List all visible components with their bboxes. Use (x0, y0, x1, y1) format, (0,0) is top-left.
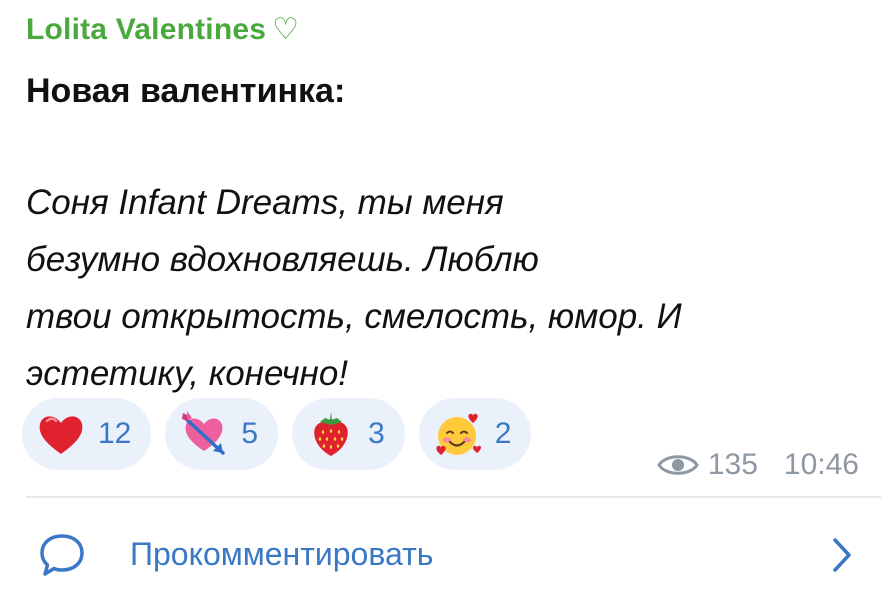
strawberry-icon (314, 412, 348, 456)
post-meta: 135 10:46 (656, 448, 859, 482)
channel-heart: ♡ (272, 13, 300, 46)
reaction-count: 3 (368, 417, 385, 450)
post-body: Соня Infant Dreams, ты меня безумно вдох… (26, 183, 682, 393)
reactions-bar: 12 5 3 2 (22, 398, 532, 470)
divider (26, 496, 881, 498)
reaction-red-heart[interactable]: 12 (22, 398, 152, 470)
channel-name-text: Lolita Valentines (26, 13, 267, 46)
post-time: 10:46 (783, 448, 859, 481)
reaction-strawberry[interactable]: 3 (292, 398, 405, 470)
reaction-count: 2 (494, 417, 512, 450)
reaction-count: 12 (98, 417, 132, 450)
heart-with-arrow-icon (182, 411, 226, 455)
smiling-face-with-hearts-icon (436, 413, 481, 455)
channel-name[interactable]: Lolita Valentines ♡ (26, 12, 299, 47)
comment-button[interactable]: Прокомментировать (0, 500, 881, 606)
eye-icon (657, 455, 699, 475)
message-card: Lolita Valentines ♡ Новая валентинка: Сон… (0, 0, 881, 606)
comment-label: Прокомментировать (130, 536, 434, 572)
red-heart-icon (39, 416, 83, 454)
views-count: 135 (707, 448, 758, 481)
reaction-heart-with-arrow[interactable]: 5 (165, 398, 279, 470)
comment-bubble-icon (40, 534, 84, 576)
post-title: Новая валентинка: (26, 72, 346, 110)
chevron-right-icon (833, 538, 851, 572)
reaction-smiling-face-with-hearts[interactable]: 2 (418, 398, 532, 470)
reaction-count: 5 (241, 417, 259, 450)
